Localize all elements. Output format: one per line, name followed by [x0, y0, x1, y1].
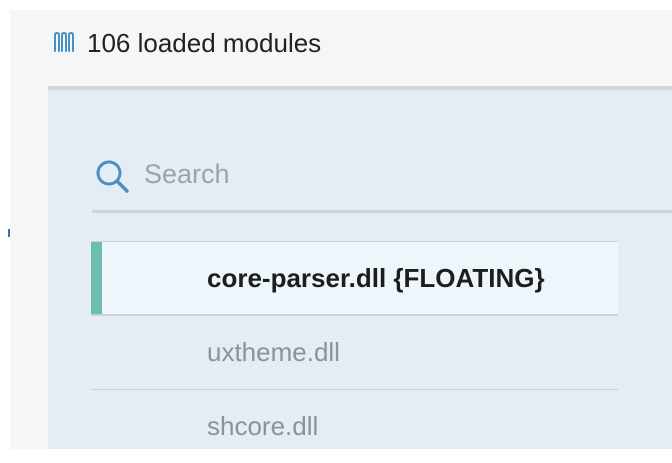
search-icon[interactable] [94, 158, 130, 194]
modules-header: 106 loaded modules [10, 10, 672, 86]
module-name: core-parser.dll {FLOATING} [207, 263, 545, 293]
search-input[interactable] [144, 157, 644, 191]
selection-indicator [91, 242, 102, 314]
memory-icon [54, 31, 74, 52]
edge-marker [8, 229, 10, 237]
list-item[interactable]: uxtheme.dll [91, 315, 618, 389]
list-item[interactable]: shcore.dll [91, 389, 618, 463]
module-list: core-parser.dll {FLOATING} uxtheme.dll s… [91, 241, 618, 463]
loaded-modules-count: 106 loaded modules [87, 28, 322, 58]
search-bar[interactable] [92, 148, 672, 210]
module-name: uxtheme.dll [207, 337, 340, 367]
module-name: shcore.dll [207, 411, 319, 441]
list-item-selected[interactable]: core-parser.dll {FLOATING} [91, 241, 618, 315]
search-underline [92, 210, 672, 213]
